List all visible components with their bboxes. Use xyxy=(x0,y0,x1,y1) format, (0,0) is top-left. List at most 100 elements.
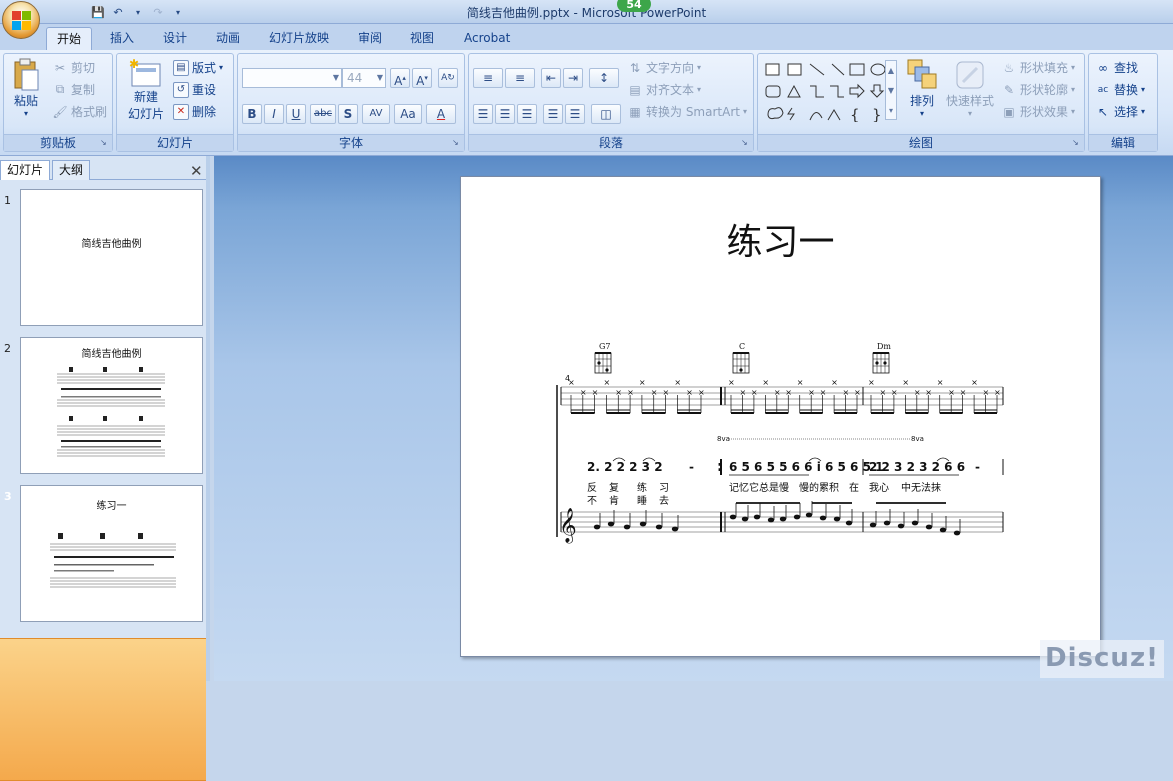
character-spacing-button[interactable]: AV xyxy=(362,104,390,124)
slide-number-2: 2 xyxy=(4,342,11,355)
slide-thumbnail-2[interactable]: 简线吉他曲例 xyxy=(20,337,203,474)
font-color-button[interactable]: A xyxy=(426,104,456,124)
tab-slides[interactable]: 幻灯片 xyxy=(0,160,51,180)
office-button[interactable] xyxy=(2,1,40,39)
replace-button[interactable]: ac 替换 ▾ xyxy=(1095,81,1145,98)
text-direction-label: 文字方向 xyxy=(646,61,695,75)
svg-text:×: × xyxy=(902,378,909,387)
slides-panel: 幻灯片 大纲 ✕ 1 简线吉他曲例 2 简线吉他曲例 3 练习一 xyxy=(0,156,210,781)
svg-text:×: × xyxy=(774,388,781,397)
slide-title[interactable]: 练习一 xyxy=(461,213,1100,265)
svg-text:×: × xyxy=(854,388,861,397)
lyric-word: 复 xyxy=(609,481,619,494)
numbering-icon[interactable]: ≡ xyxy=(505,68,535,88)
tab-slideshow[interactable]: 幻灯片放映 xyxy=(259,27,339,50)
ribbon-tabs: 开始 插入 设计 动画 幻灯片放映 审阅 视图 Acrobat xyxy=(0,24,1173,50)
slides-group: ✱ 新建 幻灯片 ▤ 版式 ▾ ↺ 重设 ✕ 删除 幻灯片 xyxy=(116,53,234,152)
tab-view[interactable]: 视图 xyxy=(400,27,444,50)
align-text-button[interactable]: ▤ 对齐文本 ▾ xyxy=(627,81,701,98)
justify-icon[interactable]: ☰ xyxy=(543,104,563,124)
quick-styles-button[interactable]: 快速样式 ▾ xyxy=(944,58,996,118)
notation-bar-2: 6 5 6 5 5 6 6 i 6 5 6 5 1 xyxy=(729,460,883,474)
strikethrough-button[interactable]: abc xyxy=(310,104,336,124)
bullets-icon[interactable]: ≡ xyxy=(473,68,503,88)
clipboard-launcher-icon[interactable]: ↘ xyxy=(100,138,110,148)
slide-editor: 练习一 G7 C Dm 4 × × × × × × × × × × × × × … xyxy=(214,156,1173,681)
grow-font-button[interactable]: A▴ xyxy=(390,68,410,88)
layout-button[interactable]: ▤ 版式 ▾ xyxy=(173,59,223,76)
change-case-button[interactable]: Aa xyxy=(394,104,422,124)
text-direction-button[interactable]: ⇅ 文字方向 ▾ xyxy=(627,59,701,76)
find-button[interactable]: ∞ 查找 xyxy=(1095,59,1138,76)
shapes-gallery[interactable]: { } xyxy=(764,60,896,122)
underline-button[interactable]: U xyxy=(286,104,306,124)
line-spacing-icon[interactable]: ↕ xyxy=(589,68,619,88)
font-size-combo[interactable]: 44 ▼ xyxy=(342,68,386,88)
distribute-icon[interactable]: ☰ xyxy=(565,104,585,124)
svg-text:×: × xyxy=(948,388,955,397)
format-painter-button[interactable]: 🖌 格式刷 xyxy=(52,103,107,120)
slide-canvas[interactable]: 练习一 G7 C Dm 4 × × × × × × × × × × × × × … xyxy=(460,176,1101,657)
align-left-icon[interactable]: ☰ xyxy=(473,104,493,124)
align-center-icon[interactable]: ☰ xyxy=(495,104,515,124)
scissors-icon: ✂ xyxy=(54,60,66,75)
tab-outline[interactable]: 大纲 xyxy=(52,160,91,180)
tab-animation[interactable]: 动画 xyxy=(206,27,250,50)
svg-text:×: × xyxy=(651,388,658,397)
thumbnail-title: 简线吉他曲例 xyxy=(81,239,142,250)
svg-text:×: × xyxy=(568,378,575,387)
align-right-icon[interactable]: ☰ xyxy=(517,104,537,124)
increase-indent-icon[interactable]: ⇥ xyxy=(563,68,583,88)
notification-badge: 54 xyxy=(617,0,651,12)
slide-thumbnail-1[interactable]: 简线吉他曲例 xyxy=(20,189,203,326)
ribbon: 粘贴 ▾ ✂ 剪切 ⧉ 复制 🖌 格式刷 剪贴板 ↘ ✱ 新建 幻灯片 ▤ 版式 ▾ ↺ 重… xyxy=(0,50,1173,156)
smartart-button[interactable]: ▦ 转换为 SmartArt ▾ xyxy=(627,103,747,120)
decrease-indent-icon[interactable]: ⇤ xyxy=(541,68,561,88)
shadow-button[interactable]: S xyxy=(338,104,358,124)
close-icon[interactable]: ✕ xyxy=(190,162,203,180)
reset-button[interactable]: ↺ 重设 xyxy=(173,81,216,98)
columns-icon[interactable]: ◫ xyxy=(591,104,621,124)
tab-home[interactable]: 开始 xyxy=(46,27,93,50)
drawing-group: { } ▲ ▼ ▾ 排列 ▾ 快速样式 ▾ ♨ 形状填充 ▾ ✎ 形状轮廓 ▾ ▣ 形状效果 ▾… xyxy=(757,53,1085,152)
svg-text:×: × xyxy=(971,378,978,387)
font-launcher-icon[interactable]: ↘ xyxy=(452,138,462,148)
selected-slide-highlight xyxy=(0,638,206,781)
cut-label: 剪切 xyxy=(71,61,96,75)
copy-button[interactable]: ⧉ 复制 xyxy=(52,81,95,98)
slide-thumbnail-3[interactable]: 练习一 xyxy=(20,485,203,622)
clear-format-icon[interactable]: A↻ xyxy=(438,68,458,88)
shape-fill-button[interactable]: ♨ 形状填充 ▾ xyxy=(1001,59,1075,76)
lyric-word: 练 xyxy=(637,481,647,494)
paste-button[interactable]: 粘贴 ▾ xyxy=(8,58,44,118)
tab-insert[interactable]: 插入 xyxy=(100,27,144,50)
italic-button[interactable]: I xyxy=(264,104,284,124)
layout-icon: ▤ xyxy=(173,59,189,76)
svg-text:×: × xyxy=(831,378,838,387)
new-slide-button[interactable]: ✱ 新建 幻灯片 xyxy=(121,58,171,122)
panel-tabs: 幻灯片 大纲 ✕ xyxy=(0,158,206,180)
tab-design[interactable]: 设计 xyxy=(153,27,197,50)
font-name-combo[interactable]: ▼ xyxy=(242,68,342,88)
svg-text:×: × xyxy=(937,378,944,387)
svg-text:×: × xyxy=(592,388,599,397)
tab-acrobat[interactable]: Acrobat xyxy=(454,27,520,50)
guitar-score[interactable]: G7 C Dm 4 ×× ××× ××× ××× ××× ××× ××× ×××… xyxy=(551,337,1011,547)
delete-slide-button[interactable]: ✕ 删除 xyxy=(173,103,216,120)
drawing-launcher-icon[interactable]: ↘ xyxy=(1072,138,1082,148)
cut-button[interactable]: ✂ 剪切 xyxy=(52,59,95,76)
quick-styles-icon xyxy=(956,61,984,89)
lyric-word: 反 xyxy=(587,482,597,494)
chord-name: Dm xyxy=(877,342,891,351)
svg-text:×: × xyxy=(843,388,850,397)
shapes-scroll[interactable]: ▲ ▼ ▾ xyxy=(885,60,897,120)
paragraph-launcher-icon[interactable]: ↘ xyxy=(741,138,751,148)
select-button[interactable]: ↖ 选择 ▾ xyxy=(1095,103,1145,120)
shrink-font-button[interactable]: A▾ xyxy=(412,68,432,88)
arrange-button[interactable]: 排列 ▾ xyxy=(902,58,942,118)
shape-outline-button[interactable]: ✎ 形状轮廓 ▾ xyxy=(1001,81,1075,98)
shape-effects-button[interactable]: ▣ 形状效果 ▾ xyxy=(1001,103,1075,120)
chevron-down-icon: ▼ xyxy=(376,73,383,82)
tab-review[interactable]: 审阅 xyxy=(348,27,392,50)
bold-button[interactable]: B xyxy=(242,104,262,124)
